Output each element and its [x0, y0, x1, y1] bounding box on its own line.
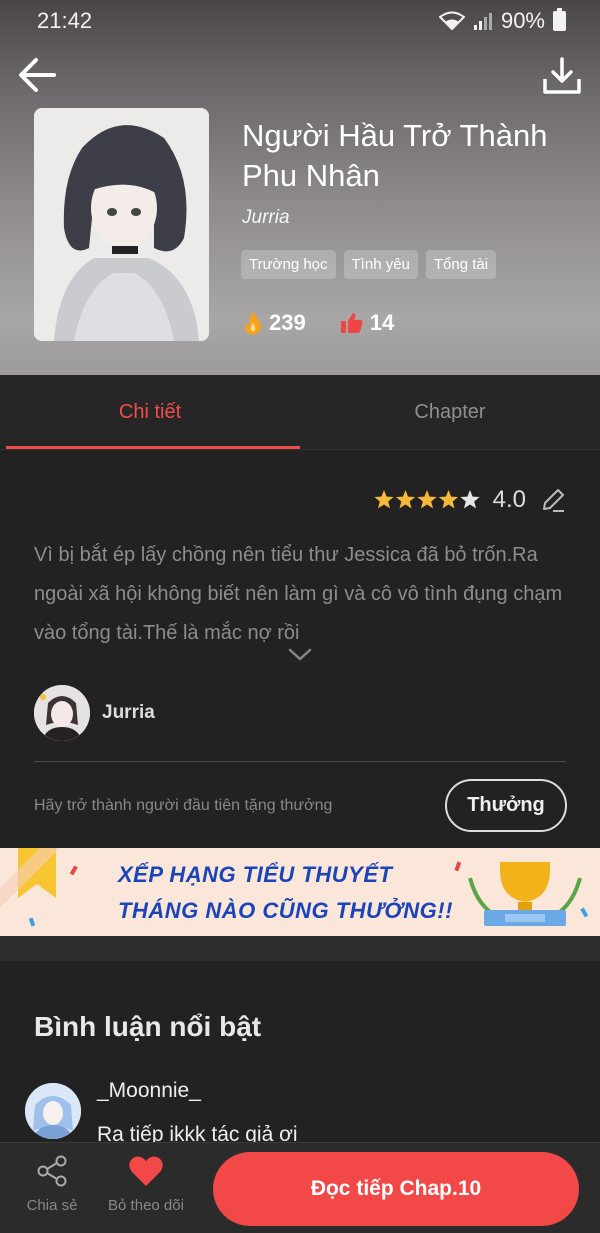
- status-bar: 21:42 90%: [0, 8, 600, 38]
- share-icon: [37, 1155, 67, 1187]
- cover-illustration: [34, 108, 209, 341]
- tag-item[interactable]: Tổng tài: [425, 250, 497, 279]
- book-title: Người Hầu Trở Thành Phu Nhân: [242, 118, 548, 193]
- author-avatar: [34, 685, 90, 741]
- banner-title-line2: THÁNG NÀO CŨNG THƯỞNG!!: [118, 898, 453, 923]
- continue-reading-button[interactable]: Đọc tiếp Chap.10: [213, 1152, 579, 1226]
- status-time: 21:42: [37, 8, 93, 33]
- heart-icon: [129, 1156, 163, 1186]
- tag-item[interactable]: Trường học: [241, 250, 336, 279]
- edit-rating-icon[interactable]: [540, 487, 566, 513]
- featured-comments: Bình luận nổi bật _Moonnie_ Ra tiếp ikkk…: [0, 961, 600, 1161]
- battery-percent: 90%: [500, 8, 545, 33]
- tab-details[interactable]: Chi tiết: [0, 375, 300, 449]
- detail-panel: 4.0 Vì bị bắt ép lấy chồng nên tiểu thư …: [0, 450, 600, 847]
- author-row[interactable]: Jurria: [34, 685, 155, 741]
- download-icon: [543, 57, 581, 94]
- likes-stat: 14: [340, 310, 394, 336]
- likes-count: 14: [369, 310, 395, 335]
- author-name: Jurria: [102, 702, 155, 723]
- book-author[interactable]: Jurria: [242, 207, 290, 229]
- ranking-banner[interactable]: XẾP HẠNG TIỂU THUYẾT THÁNG NÀO CŨNG THƯỞ…: [0, 848, 600, 936]
- download-button[interactable]: [540, 55, 584, 99]
- comments-heading: Bình luận nổi bật: [34, 1011, 262, 1042]
- views-stat: 239: [243, 310, 306, 336]
- author-avatar-image: [34, 685, 90, 741]
- battery-icon: [553, 8, 566, 31]
- status-icons: 90%: [438, 8, 566, 34]
- views-count: 239: [269, 310, 306, 335]
- fire-icon: [244, 312, 262, 335]
- bottom-action-bar: Chia sẻ Bỏ theo dõi Đọc tiếp Chap.10: [0, 1142, 600, 1233]
- reward-prompt: Hãy trở thành người đầu tiên tặng thưởng: [34, 797, 333, 814]
- comment-username[interactable]: _Moonnie_: [97, 1079, 201, 1103]
- unfollow-button[interactable]: Bỏ theo dõi: [100, 1155, 192, 1214]
- book-stats: 239 14: [243, 310, 428, 336]
- share-label: Chia sẻ: [26, 1197, 78, 1214]
- tag-item[interactable]: Tình yêu: [343, 250, 418, 279]
- book-header: 21:42 90% Người Hầu Trở Thành Phu Nhân J…: [0, 0, 600, 375]
- commenter-avatar-image: [25, 1083, 81, 1139]
- chevron-down-icon[interactable]: [287, 646, 313, 664]
- divider: [34, 761, 566, 762]
- back-button[interactable]: [16, 55, 60, 95]
- tab-chapter[interactable]: Chapter: [300, 375, 600, 449]
- star-rating-icon: [374, 490, 480, 509]
- wifi-icon: [438, 11, 465, 31]
- reward-button[interactable]: Thưởng: [445, 779, 567, 832]
- unfollow-label: Bỏ theo dõi: [108, 1197, 184, 1214]
- app-screen: 21:42 90% Người Hầu Trở Thành Phu Nhân J…: [0, 0, 600, 1233]
- rating: 4.0: [373, 486, 566, 514]
- share-button[interactable]: Chia sẻ: [20, 1155, 84, 1214]
- synopsis-text: Vì bị bắt ép lấy chồng nên tiểu thư Jess…: [34, 544, 563, 644]
- banner-title-line1: XẾP HẠNG TIỂU THUYẾT: [118, 862, 393, 887]
- book-cover[interactable]: [34, 108, 209, 341]
- rating-value: 4.0: [492, 486, 526, 513]
- section-separator: [0, 936, 600, 961]
- commenter-avatar[interactable]: [25, 1083, 81, 1139]
- thumbs-up-icon: [340, 313, 363, 333]
- tab-bar: Chi tiết Chapter: [0, 375, 600, 450]
- signal-icon: [473, 13, 492, 30]
- tag-list: Trường học Tình yêu Tổng tài: [241, 250, 497, 279]
- arrow-left-icon: [19, 58, 56, 92]
